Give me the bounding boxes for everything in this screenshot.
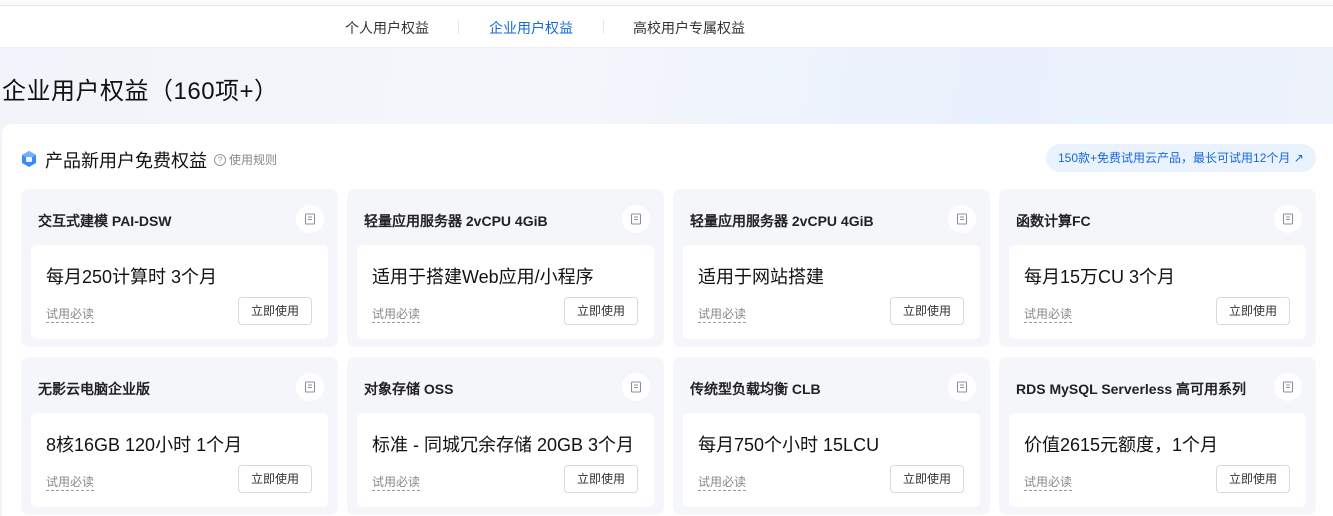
use-now-button[interactable]: 立即使用 xyxy=(238,465,312,493)
product-cube-icon xyxy=(22,151,36,167)
benefit-description: 价值2615元额度，1个月 xyxy=(1024,435,1219,455)
product-name: 轻量应用服务器 2vCPU 4GiB xyxy=(364,213,548,229)
doc-icon[interactable] xyxy=(1274,205,1302,233)
trial-notes-link[interactable]: 试用必读 xyxy=(698,475,747,491)
benefit-card: 传统型负载均衡 CLB 每月750个小时 15LCU 试用必读 立即使用 xyxy=(673,357,990,515)
use-now-button[interactable]: 立即使用 xyxy=(1216,465,1290,493)
tab-personal[interactable]: 个人用户权益 xyxy=(345,18,429,38)
benefit-card: 无影云电脑企业版 8核16GB 120小时 1个月 试用必读 立即使用 xyxy=(21,357,338,515)
use-now-button[interactable]: 立即使用 xyxy=(1216,297,1290,325)
benefit-description: 每月250计算时 3个月 xyxy=(46,267,218,287)
card-body: 每月750个小时 15LCU 试用必读 立即使用 xyxy=(683,413,980,507)
tab-university[interactable]: 高校用户专属权益 xyxy=(633,18,745,38)
card-body: 每月250计算时 3个月 试用必读 立即使用 xyxy=(31,245,328,339)
benefit-card: 轻量应用服务器 2vCPU 4GiB 适用于网站搭建 试用必读 立即使用 xyxy=(673,189,990,347)
benefit-description: 每月15万CU 3个月 xyxy=(1024,267,1176,287)
doc-icon[interactable] xyxy=(948,373,976,401)
use-now-button[interactable]: 立即使用 xyxy=(564,465,638,493)
card-body: 每月15万CU 3个月 试用必读 立即使用 xyxy=(1009,245,1306,339)
doc-icon[interactable] xyxy=(622,373,650,401)
product-name: 无影云电脑企业版 xyxy=(38,381,150,397)
benefit-card: 轻量应用服务器 2vCPU 4GiB 适用于搭建Web应用/小程序 试用必读 立… xyxy=(347,189,664,347)
tab-divider xyxy=(603,20,604,34)
question-icon: ? xyxy=(214,153,226,166)
benefit-card: 对象存储 OSS 标准 - 同城冗余存储 20GB 3个月 试用必读 立即使用 xyxy=(347,357,664,515)
card-body: 适用于搭建Web应用/小程序 试用必读 立即使用 xyxy=(357,245,654,339)
use-now-button[interactable]: 立即使用 xyxy=(238,297,312,325)
doc-icon[interactable] xyxy=(948,205,976,233)
trial-notes-link[interactable]: 试用必读 xyxy=(46,307,95,323)
benefit-description: 适用于搭建Web应用/小程序 xyxy=(372,267,594,287)
product-name: 函数计算FC xyxy=(1016,213,1091,229)
page-title: 企业用户权益（160项+） xyxy=(2,78,279,105)
tab-enterprise[interactable]: 企业用户权益 xyxy=(489,18,573,38)
free-trial-promo-link[interactable]: 150款+免费试用云产品，最长可试用12个月 ↗ xyxy=(1046,144,1316,172)
trial-notes-link[interactable]: 试用必读 xyxy=(372,307,421,323)
usage-rules-label: 使用规则 xyxy=(229,153,278,167)
doc-icon[interactable] xyxy=(296,373,324,401)
use-now-button[interactable]: 立即使用 xyxy=(890,465,964,493)
external-arrow-icon: ↗ xyxy=(1293,151,1304,165)
benefit-description: 8核16GB 120小时 1个月 xyxy=(46,435,243,455)
use-now-button[interactable]: 立即使用 xyxy=(890,297,964,325)
trial-notes-link[interactable]: 试用必读 xyxy=(1024,307,1073,323)
product-name: 传统型负载均衡 CLB xyxy=(690,381,821,397)
card-body: 标准 - 同城冗余存储 20GB 3个月 试用必读 立即使用 xyxy=(357,413,654,507)
doc-icon[interactable] xyxy=(1274,373,1302,401)
benefit-description: 适用于网站搭建 xyxy=(698,267,824,287)
section-title: 产品新用户免费权益 xyxy=(45,151,207,171)
product-name: 轻量应用服务器 2vCPU 4GiB xyxy=(690,213,874,229)
trial-notes-link[interactable]: 试用必读 xyxy=(46,475,95,491)
tab-divider xyxy=(458,20,459,34)
product-name: 交互式建模 PAI-DSW xyxy=(38,213,172,229)
promo-label: 150款+免费试用云产品，最长可试用12个月 xyxy=(1058,151,1291,165)
usage-rules-link[interactable]: ? 使用规则 xyxy=(214,151,277,168)
benefit-card: 交互式建模 PAI-DSW 每月250计算时 3个月 试用必读 立即使用 xyxy=(21,189,338,347)
trial-notes-link[interactable]: 试用必读 xyxy=(1024,475,1073,491)
doc-icon[interactable] xyxy=(622,205,650,233)
card-body: 适用于网站搭建 试用必读 立即使用 xyxy=(683,245,980,339)
card-body: 价值2615元额度，1个月 试用必读 立即使用 xyxy=(1009,413,1306,507)
benefit-card: 函数计算FC 每月15万CU 3个月 试用必读 立即使用 xyxy=(999,189,1316,347)
trial-notes-link[interactable]: 试用必读 xyxy=(698,307,747,323)
benefit-card: RDS MySQL Serverless 高可用系列 价值2615元额度，1个月… xyxy=(999,357,1316,515)
product-name: 对象存储 OSS xyxy=(364,381,454,397)
use-now-button[interactable]: 立即使用 xyxy=(564,297,638,325)
card-body: 8核16GB 120小时 1个月 试用必读 立即使用 xyxy=(31,413,328,507)
trial-notes-link[interactable]: 试用必读 xyxy=(372,475,421,491)
benefit-description: 标准 - 同城冗余存储 20GB 3个月 xyxy=(372,435,635,455)
product-name: RDS MySQL Serverless 高可用系列 xyxy=(1016,381,1247,397)
benefit-description: 每月750个小时 15LCU xyxy=(698,435,880,455)
tab-bar: 个人用户权益 企业用户权益 高校用户专属权益 xyxy=(0,6,1333,48)
doc-icon[interactable] xyxy=(296,205,324,233)
